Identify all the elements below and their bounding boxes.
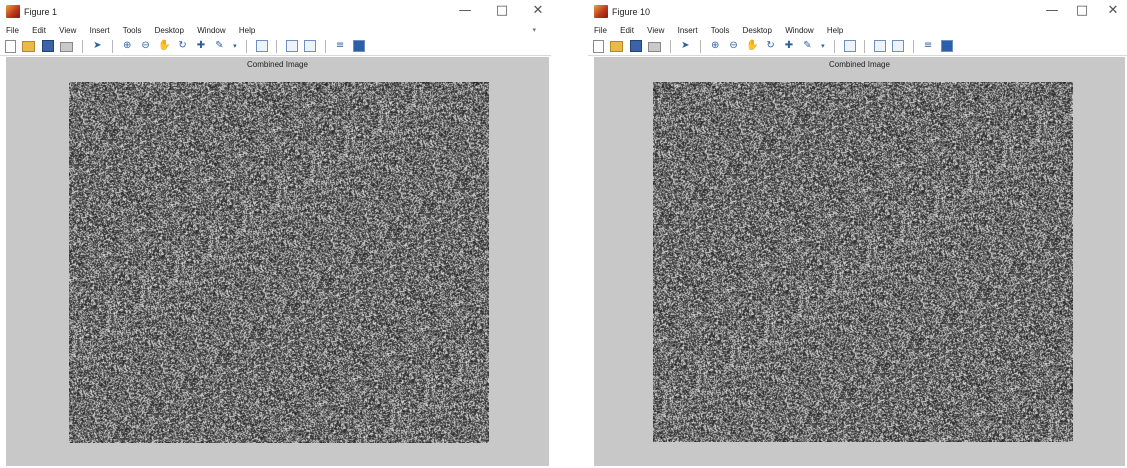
- toolbar-divider: [246, 40, 248, 53]
- menu-window[interactable]: Window: [197, 26, 225, 35]
- toolbar-divider: [324, 40, 326, 53]
- menu-window[interactable]: Window: [785, 26, 813, 35]
- figure-window-1: Figure 1 — □ ✕ File Edit View Insert Too…: [0, 0, 551, 466]
- figure-toolbar: ➤ ⊕ ⊖ ✋ ↻ ✚ ✎ ▾ ≡: [588, 38, 1127, 56]
- window-title: Figure 1: [24, 7, 58, 17]
- insert-colorbar-icon[interactable]: [873, 40, 886, 52]
- rotate-3d-icon[interactable]: ↻: [765, 40, 777, 52]
- menu-bar: File Edit View Insert Tools Desktop Wind…: [0, 24, 551, 38]
- save-icon[interactable]: [629, 40, 642, 52]
- axes-title: Combined Image: [829, 60, 890, 69]
- hide-plot-tools-icon[interactable]: ≡: [922, 40, 934, 52]
- menu-file[interactable]: File: [6, 26, 19, 35]
- menu-file[interactable]: File: [594, 26, 607, 35]
- close-button[interactable]: ✕: [527, 3, 549, 19]
- menu-overflow-icon[interactable]: ▾: [532, 24, 536, 38]
- link-plot-icon[interactable]: [255, 40, 268, 52]
- save-icon[interactable]: [41, 40, 54, 52]
- toolbar-divider: [81, 40, 83, 53]
- matlab-logo-icon: [6, 5, 20, 18]
- data-cursor-icon[interactable]: ✚: [783, 40, 795, 52]
- combined-image-noise: [69, 82, 489, 443]
- edit-plot-icon[interactable]: ➤: [679, 40, 691, 52]
- data-cursor-icon[interactable]: ✚: [195, 40, 207, 52]
- menu-help[interactable]: Help: [239, 26, 255, 35]
- zoom-out-icon[interactable]: ⊖: [728, 40, 740, 52]
- title-bar[interactable]: Figure 10 — □ ✕: [588, 0, 1127, 24]
- pan-icon[interactable]: ✋: [158, 40, 170, 52]
- insert-colorbar-icon[interactable]: [285, 40, 298, 52]
- dropdown-arrow-icon[interactable]: ▾: [232, 40, 238, 52]
- window-title: Figure 10: [612, 7, 651, 17]
- menu-bar: File Edit View Insert Tools Desktop Wind…: [588, 24, 1127, 38]
- menu-view[interactable]: View: [59, 26, 76, 35]
- toolbar-divider: [669, 40, 671, 53]
- menu-edit[interactable]: Edit: [32, 26, 46, 35]
- edit-plot-icon[interactable]: ➤: [91, 40, 103, 52]
- toolbar-divider: [111, 40, 113, 53]
- figure-toolbar: ➤ ⊕ ⊖ ✋ ↻ ✚ ✎ ▾ ≡: [0, 38, 551, 56]
- insert-legend-icon[interactable]: [304, 40, 317, 52]
- new-figure-icon[interactable]: [5, 40, 16, 53]
- menu-tools[interactable]: Tools: [123, 26, 142, 35]
- pan-icon[interactable]: ✋: [746, 40, 758, 52]
- zoom-out-icon[interactable]: ⊖: [140, 40, 152, 52]
- close-button[interactable]: ✕: [1102, 3, 1124, 19]
- zoom-in-icon[interactable]: ⊕: [121, 40, 133, 52]
- menu-edit[interactable]: Edit: [620, 26, 634, 35]
- open-file-icon[interactable]: [22, 41, 36, 52]
- axes-title: Combined Image: [247, 60, 308, 69]
- maximize-button[interactable]: □: [1071, 3, 1093, 19]
- show-plot-tools-icon[interactable]: [940, 40, 953, 52]
- toolbar-divider: [912, 40, 914, 53]
- zoom-in-icon[interactable]: ⊕: [709, 40, 721, 52]
- link-plot-icon[interactable]: [843, 40, 856, 52]
- maximize-button[interactable]: □: [491, 3, 513, 19]
- title-bar[interactable]: Figure 1 — □ ✕: [0, 0, 551, 24]
- print-icon[interactable]: [648, 42, 662, 52]
- figure-canvas: Combined Image: [594, 57, 1125, 466]
- print-icon[interactable]: [60, 42, 74, 52]
- hide-plot-tools-icon[interactable]: ≡: [334, 40, 346, 52]
- matlab-logo-icon: [594, 5, 608, 18]
- brush-icon[interactable]: ✎: [213, 40, 225, 52]
- minimize-button[interactable]: —: [1041, 3, 1063, 19]
- brush-icon[interactable]: ✎: [801, 40, 813, 52]
- menu-tools[interactable]: Tools: [711, 26, 730, 35]
- new-figure-icon[interactable]: [593, 40, 604, 53]
- show-plot-tools-icon[interactable]: [352, 40, 365, 52]
- menu-insert[interactable]: Insert: [90, 26, 110, 35]
- toolbar-divider: [834, 40, 836, 53]
- figure-window-10: Figure 10 — □ ✕ File Edit View Insert To…: [588, 0, 1127, 466]
- menu-view[interactable]: View: [647, 26, 664, 35]
- toolbar-divider: [699, 40, 701, 53]
- menu-desktop[interactable]: Desktop: [155, 26, 184, 35]
- figure-canvas: Combined Image: [6, 57, 549, 466]
- menu-desktop[interactable]: Desktop: [743, 26, 772, 35]
- toolbar-divider: [864, 40, 866, 53]
- minimize-button[interactable]: —: [454, 3, 476, 19]
- combined-image-noise: [653, 82, 1073, 442]
- menu-insert[interactable]: Insert: [678, 26, 698, 35]
- dropdown-arrow-icon[interactable]: ▾: [820, 40, 826, 52]
- menu-help[interactable]: Help: [827, 26, 843, 35]
- open-file-icon[interactable]: [610, 41, 624, 52]
- insert-legend-icon[interactable]: [892, 40, 905, 52]
- rotate-3d-icon[interactable]: ↻: [177, 40, 189, 52]
- toolbar-divider: [276, 40, 278, 53]
